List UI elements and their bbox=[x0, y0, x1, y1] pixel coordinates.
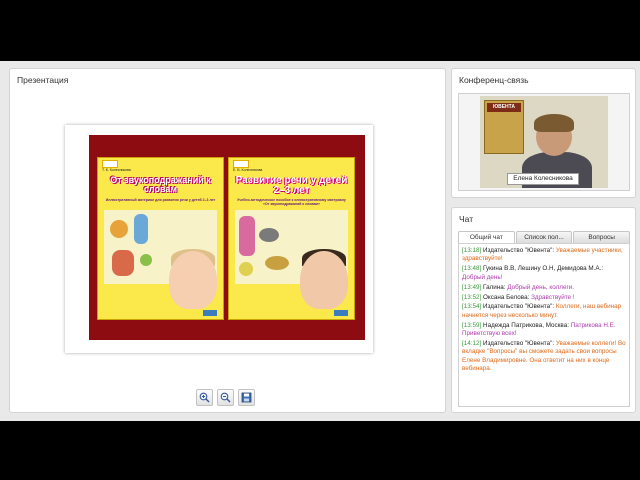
book-1-subtitle: Иллюстративный материал для развития реч… bbox=[105, 198, 216, 202]
tab-general-chat[interactable]: Общий чат bbox=[458, 231, 515, 243]
chat-message: [13:49] Галина: Добрый день, коллеги. bbox=[462, 284, 626, 292]
chat-message: [13:59] Надежда Патрикова, Москва: Патри… bbox=[462, 322, 626, 339]
chat-message: [14:12] Издательство "Ювента": Уважаемые… bbox=[462, 340, 626, 374]
chat-message-author: Оксана Белова: bbox=[483, 293, 530, 301]
chat-message-time: [13:52] bbox=[462, 293, 482, 301]
chat-panel: Чат Общий чат Список пол... Вопросы [13:… bbox=[451, 207, 636, 413]
child-photo-1 bbox=[169, 251, 217, 309]
chat-message-text: Добрый день, коллеги. bbox=[507, 283, 575, 291]
zoom-out-icon bbox=[220, 392, 231, 403]
child-photo-2 bbox=[300, 251, 348, 309]
tab-questions[interactable]: Вопросы bbox=[573, 231, 631, 243]
conference-panel: Конференц-связь ЮВЕНТА Елена Колесникова bbox=[451, 68, 636, 198]
zoom-in-icon bbox=[199, 392, 210, 403]
chat-message-author: Издательство "Ювента": bbox=[483, 340, 555, 348]
chat-message-time: [13:18] bbox=[462, 247, 482, 254]
video-background-book: ЮВЕНТА bbox=[484, 100, 524, 154]
book-2-subtitle: Учебно-методическое пособие к иллюстрати… bbox=[237, 198, 346, 206]
chat-message: [13:48] Гукина В.В, Лешину О.Н, Демидова… bbox=[462, 265, 626, 282]
chat-message-time: [13:49] bbox=[462, 283, 482, 291]
book-cover-1: Т. Б. Колесникова От звукоподражаний к с… bbox=[97, 157, 224, 320]
chat-log[interactable]: [13:18] Издательство "Ювента": Уважаемые… bbox=[458, 243, 630, 407]
chat-message: [13:54] Издательство "Ювента": Коллеги, … bbox=[462, 303, 626, 320]
series-badge bbox=[233, 160, 249, 168]
presentation-toolbar bbox=[196, 389, 255, 406]
chat-message-text: Добрый день! bbox=[462, 273, 503, 281]
zoom-in-button[interactable] bbox=[196, 389, 213, 406]
tab-participants[interactable]: Список пол... bbox=[515, 231, 573, 243]
save-icon bbox=[241, 392, 252, 403]
video-container: ЮВЕНТА Елена Колесникова bbox=[458, 93, 630, 191]
chat-message-author: Галина: bbox=[483, 283, 506, 291]
presentation-panel: Презентация Т. Б. Колесникова От звукопо… bbox=[9, 68, 446, 413]
chat-message-author: Гукина В.В, Лешину О.Н, Демидова М.А.: bbox=[483, 265, 604, 273]
chat-title: Чат bbox=[459, 214, 474, 224]
video-book-label: ЮВЕНТА bbox=[487, 103, 521, 112]
chat-tabs: Общий чат Список пол... Вопросы bbox=[458, 231, 631, 243]
save-button[interactable] bbox=[238, 389, 255, 406]
book-1-author: Т. Б. Колесникова bbox=[102, 168, 131, 172]
chat-message-time: [13:59] bbox=[462, 321, 482, 329]
speaker-name-label: Елена Колесникова bbox=[507, 173, 579, 185]
speaker-video[interactable]: ЮВЕНТА Елена Колесникова bbox=[480, 96, 608, 188]
book-1-title: От звукоподражаний к словам bbox=[110, 175, 211, 194]
presentation-title: Презентация bbox=[17, 75, 69, 85]
webinar-room: Презентация Т. Б. Колесникова От звукопо… bbox=[0, 61, 640, 421]
book-2-title: Развитие речи у детей 2–3 лет bbox=[235, 175, 348, 196]
series-badge bbox=[102, 160, 118, 168]
zoom-out-button[interactable] bbox=[217, 389, 234, 406]
book-cover-2: Е. В. Колесникова Развитие речи у детей … bbox=[228, 157, 355, 320]
publisher-logo bbox=[334, 310, 348, 316]
chat-message: [13:18] Издательство "Ювента": Уважаемые… bbox=[462, 247, 626, 264]
chat-message-text: Здравствуйте ! bbox=[531, 293, 575, 301]
slide-background: Т. Б. Колесникова От звукоподражаний к с… bbox=[89, 135, 365, 340]
speaker-hair bbox=[534, 114, 574, 132]
book-2-author: Е. В. Колесникова bbox=[233, 168, 263, 172]
chat-message-author: Издательство "Ювента": bbox=[483, 303, 555, 311]
conference-title: Конференц-связь bbox=[459, 75, 529, 85]
chat-message: [13:52] Оксана Белова: Здравствуйте ! bbox=[462, 294, 626, 302]
chat-message-time: [13:48] bbox=[462, 265, 482, 273]
chat-message-time: [13:54] bbox=[462, 303, 482, 311]
publisher-logo bbox=[203, 310, 217, 316]
chat-message-time: [14:12] bbox=[462, 340, 482, 348]
slide: Т. Б. Колесникова От звукоподражаний к с… bbox=[65, 125, 373, 353]
chat-message-author: Надежда Патрикова, Москва: bbox=[483, 321, 569, 329]
chat-message-author: Издательство "Ювента": bbox=[483, 247, 555, 254]
